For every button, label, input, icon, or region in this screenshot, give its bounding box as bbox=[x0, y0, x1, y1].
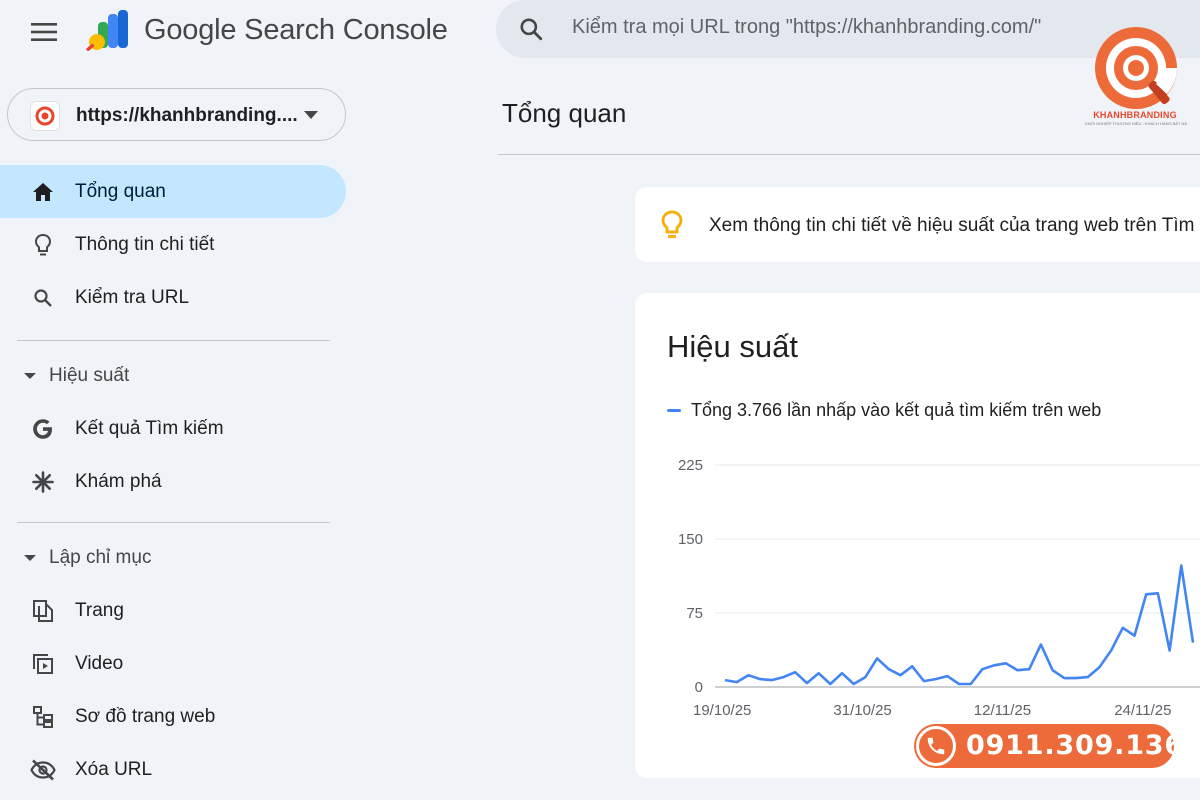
collapse-caret-icon bbox=[24, 373, 36, 379]
phone-number: 0911.309.136 bbox=[966, 730, 1184, 761]
sidebar-item-insights[interactable]: Thông tin chi tiết bbox=[0, 218, 346, 271]
lightbulb-icon bbox=[30, 232, 56, 258]
y-tick-label: 0 bbox=[695, 679, 703, 696]
sidebar-item-overview[interactable]: Tổng quan bbox=[0, 165, 346, 218]
title-divider bbox=[498, 154, 1200, 155]
sidebar-item-label: Thông tin chi tiết bbox=[75, 233, 215, 255]
section-indexing[interactable]: Lập chỉ mục bbox=[0, 531, 346, 584]
x-tick-label: 24/11/25 bbox=[1114, 702, 1171, 719]
search-console-logo-icon bbox=[86, 10, 128, 52]
chevron-down-icon bbox=[304, 111, 318, 119]
hotline-banner[interactable]: 0911.309.136 bbox=[914, 724, 1183, 768]
sidebar-item-discover[interactable]: Khám phá bbox=[0, 455, 346, 508]
brand-tagline: KHỞI NGHIỆP THƯƠNG HIỆU - KHÁCH HÀNG BẤT… bbox=[1085, 121, 1188, 126]
sitemap-icon bbox=[30, 704, 56, 730]
section-performance[interactable]: Hiệu suất bbox=[0, 349, 346, 402]
search-input[interactable]: Kiểm tra mọi URL trong "https://khanhbra… bbox=[572, 16, 1041, 39]
page-title: Tổng quan bbox=[502, 98, 627, 128]
y-tick-label: 150 bbox=[678, 531, 703, 548]
sidebar-item-pages[interactable]: Trang bbox=[0, 584, 346, 637]
property-selector[interactable]: https://khanhbranding.... bbox=[7, 88, 346, 141]
sidebar-item-removals[interactable]: Xóa URL bbox=[0, 743, 346, 796]
performance-chart[interactable]: 0 75 150 225 19/10/25 31/10/25 12/11/25 24/11/2… bbox=[635, 443, 1200, 733]
google-g-icon bbox=[30, 416, 56, 442]
main-menu-button[interactable] bbox=[24, 12, 64, 52]
x-tick-label: 31/10/25 bbox=[833, 702, 891, 719]
sidebar-item-video-pages[interactable]: Video bbox=[0, 637, 346, 690]
section-label: Lập chỉ mục bbox=[49, 546, 152, 568]
series-line-clicks[interactable] bbox=[724, 564, 1195, 686]
sidebar-item-sitemaps[interactable]: Sơ đồ trang web bbox=[0, 690, 346, 743]
brand-name: KHANHBRANDING bbox=[1093, 110, 1177, 120]
lightbulb-icon bbox=[661, 210, 683, 238]
video-pages-icon bbox=[30, 651, 56, 677]
chart-legend[interactable]: Tổng 3.766 lần nhấp vào kết quả tìm kiếm… bbox=[667, 400, 1101, 421]
eye-off-icon bbox=[30, 757, 56, 783]
x-tick-label: 19/10/25 bbox=[693, 702, 751, 719]
sidebar-item-url-inspection[interactable]: Kiểm tra URL bbox=[0, 271, 346, 324]
insights-card[interactable]: Xem thông tin chi tiết về hiệu suất của … bbox=[635, 187, 1200, 262]
legend-swatch bbox=[667, 409, 681, 412]
sidebar-item-label: Kết quả Tìm kiếm bbox=[75, 417, 224, 439]
top-bar: Google Search Console Kiểm tra mọi URL t… bbox=[0, 0, 1200, 64]
y-tick-label: 225 bbox=[678, 457, 703, 474]
sidebar-item-label: Video bbox=[75, 652, 124, 674]
search-icon bbox=[520, 18, 543, 41]
collapse-caret-icon bbox=[24, 555, 36, 561]
search-icon bbox=[30, 285, 56, 311]
home-icon bbox=[30, 179, 56, 205]
phone-icon bbox=[916, 726, 956, 766]
sidebar-nav: Tổng quan Thông tin chi tiết Kiểm tra UR… bbox=[0, 165, 350, 800]
asterisk-icon bbox=[30, 469, 56, 495]
sidebar-divider bbox=[17, 522, 330, 523]
y-tick-label: 75 bbox=[686, 605, 703, 622]
hamburger-icon bbox=[31, 23, 57, 41]
sidebar-divider bbox=[17, 340, 330, 341]
section-label: Hiệu suất bbox=[49, 364, 130, 386]
sidebar-item-search-results[interactable]: Kết quả Tìm kiếm bbox=[0, 402, 346, 455]
property-favicon-icon bbox=[30, 101, 60, 131]
sidebar-item-label: Tổng quan bbox=[75, 180, 166, 202]
x-tick-label: 12/11/25 bbox=[974, 702, 1031, 719]
pages-icon bbox=[30, 598, 56, 624]
sidebar-item-label: Sơ đồ trang web bbox=[75, 705, 216, 727]
product-name[interactable]: Google Search Console bbox=[144, 14, 448, 47]
performance-title: Hiệu suất bbox=[667, 329, 798, 364]
sidebar-item-label: Khám phá bbox=[75, 470, 162, 492]
sidebar-item-label: Kiểm tra URL bbox=[75, 286, 190, 308]
insights-text: Xem thông tin chi tiết về hiệu suất của … bbox=[709, 215, 1195, 236]
sidebar-item-label: Xóa URL bbox=[75, 758, 153, 780]
property-url: https://khanhbranding.... bbox=[76, 105, 298, 126]
legend-label: Tổng 3.766 lần nhấp vào kết quả tìm kiếm… bbox=[691, 400, 1102, 420]
sidebar-item-label: Trang bbox=[75, 599, 124, 621]
performance-card: Hiệu suất Tổng 3.766 lần nhấp vào kết qu… bbox=[635, 293, 1200, 778]
